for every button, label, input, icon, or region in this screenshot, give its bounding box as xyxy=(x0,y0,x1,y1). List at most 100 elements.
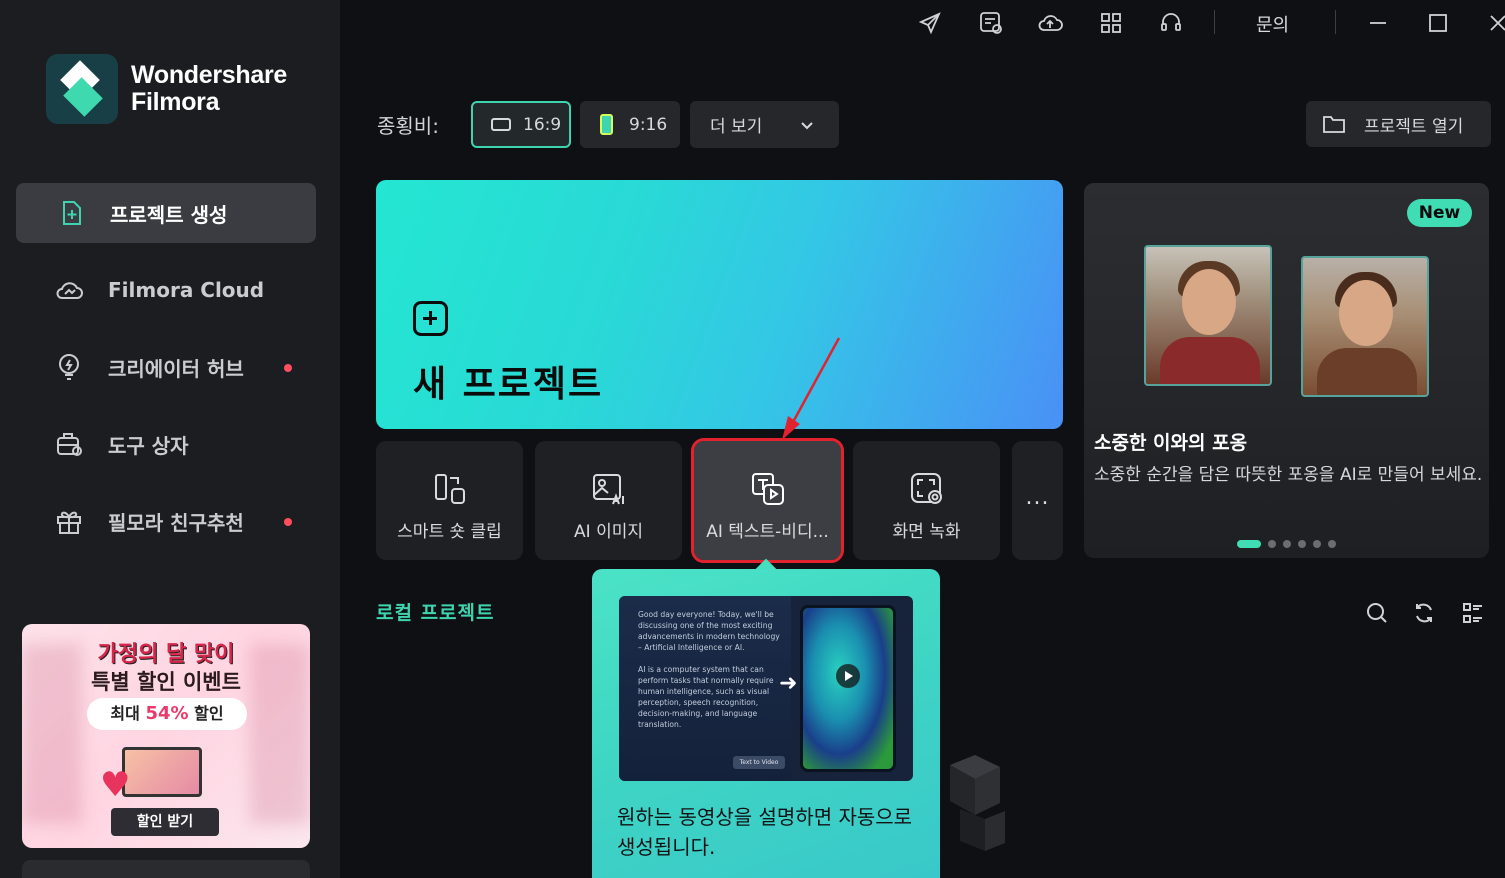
sidebar-item-refer-friend[interactable]: 필모라 친구추천 xyxy=(16,491,316,551)
portrait-icon xyxy=(600,114,613,135)
close-icon[interactable] xyxy=(1483,8,1505,38)
tool-ai-image[interactable]: AI 이미지 xyxy=(535,441,682,560)
tool-label: AI 텍스트-비디... xyxy=(706,522,829,542)
tool-ai-text-to-video[interactable]: AI 텍스트-비디... xyxy=(691,438,844,563)
sidebar-account-area[interactable] xyxy=(22,860,310,878)
sidebar-item-label: 크리에이터 허브 xyxy=(108,356,244,381)
tooltip-description: 원하는 동영상을 설명하면 자동으로 생성됩니다. xyxy=(617,805,913,859)
carousel-dot[interactable] xyxy=(1313,540,1321,548)
sidebar-item-filmora-cloud[interactable]: Filmora Cloud xyxy=(16,260,316,320)
promo-get-discount-button[interactable]: 할인 받기 xyxy=(111,808,219,836)
open-project-button[interactable]: 프로젝트 열기 xyxy=(1306,101,1491,147)
support-headset-icon[interactable] xyxy=(1156,8,1186,38)
promo-discount-pill: 최대 54% 할인 xyxy=(87,698,247,730)
maximize-icon[interactable] xyxy=(1423,8,1453,38)
refresh-icon[interactable] xyxy=(1411,600,1437,626)
aspect-ratio-label: 종횡비: xyxy=(377,114,439,138)
promo-subheadline: 특별 할인 이벤트 xyxy=(91,670,241,694)
tool-more-button[interactable]: ... xyxy=(1012,441,1063,560)
new-badge: New xyxy=(1407,199,1472,227)
aspect-more-label: 더 보기 xyxy=(710,117,763,137)
sidebar-item-label: 프로젝트 생성 xyxy=(110,202,228,227)
tool-label: 스마트 숏 클립 xyxy=(397,522,502,542)
carousel-dot[interactable] xyxy=(1298,540,1306,548)
send-icon[interactable] xyxy=(915,8,945,38)
bulb-icon xyxy=(54,352,84,382)
brand-line1: Wondershare xyxy=(131,61,288,89)
annotation-arrow-icon xyxy=(782,337,841,440)
tool-screen-record[interactable]: 화면 녹화 xyxy=(853,441,1000,560)
search-icon[interactable] xyxy=(1364,600,1390,626)
text-to-video-tooltip: Good day everyone! Today, we'll be discu… xyxy=(592,569,940,878)
promo-pill-value: 54% xyxy=(145,703,189,724)
open-project-label: 프로젝트 열기 xyxy=(1364,116,1464,137)
add-icon xyxy=(413,301,448,336)
new-project-label: 새 프로젝트 xyxy=(413,364,604,405)
aspect-9-16-button[interactable]: 9:16 xyxy=(580,101,680,148)
tool-smart-short-clip[interactable]: 스마트 숏 클립 xyxy=(376,441,523,560)
promo-pill-suffix: 할인 xyxy=(194,704,224,723)
preview-phone-video xyxy=(800,605,896,772)
ai-image-icon xyxy=(591,471,627,507)
promo-banner[interactable]: 가정의 달 맞이 특별 할인 이벤트 최대 54% 할인 ♥ 할인 받기 xyxy=(22,624,310,848)
new-project-card[interactable]: 새 프로젝트 xyxy=(376,180,1063,429)
minimize-icon[interactable] xyxy=(1363,8,1393,38)
inquiry-link[interactable]: 문의 xyxy=(1256,11,1289,37)
separator xyxy=(1214,10,1215,34)
folder-icon xyxy=(1322,114,1346,134)
carousel-indicator[interactable] xyxy=(1237,540,1343,548)
feature-description: 소중한 순간을 담은 따뜻한 포옹을 AI로 만들어 보세요. xyxy=(1094,465,1483,485)
apps-grid-icon[interactable] xyxy=(1096,8,1126,38)
sidebar-item-creator-hub[interactable]: 크리에이터 허브 xyxy=(16,337,316,397)
feature-photo-man xyxy=(1144,245,1272,386)
arrow-right-icon: ➜ xyxy=(779,671,798,696)
filmora-logo-icon xyxy=(46,54,118,124)
sidebar-item-create-project[interactable]: 프로젝트 생성 xyxy=(16,183,316,243)
text-to-video-icon xyxy=(750,471,786,507)
sidebar-nav: 프로젝트 생성 Filmora Cloud 크리에이터 허브 도구 상자 필모라… xyxy=(16,183,316,568)
tool-label: AI 이미지 xyxy=(574,522,643,542)
toolbox-icon xyxy=(54,429,84,459)
carousel-dot[interactable] xyxy=(1268,540,1276,548)
tool-label: 화면 녹화 xyxy=(892,522,961,542)
screen-record-icon xyxy=(909,471,945,507)
smart-clip-icon xyxy=(432,471,468,507)
sidebar-item-label: Filmora Cloud xyxy=(108,278,265,302)
sidebar-item-toolbox[interactable]: 도구 상자 xyxy=(16,414,316,474)
local-projects-title: 로컬 프로젝트 xyxy=(376,602,495,624)
aspect-16-9-button[interactable]: 16:9 xyxy=(471,101,571,148)
list-view-icon[interactable] xyxy=(1460,600,1486,626)
more-dots-icon: ... xyxy=(1025,485,1050,510)
feature-photo-woman xyxy=(1301,256,1429,397)
preview-text-paragraph-2: AI is a computer system that can perform… xyxy=(638,665,774,729)
promo-headline: 가정의 달 맞이 xyxy=(97,642,235,667)
aspect-more-dropdown[interactable]: 더 보기 xyxy=(690,101,839,148)
cloud-icon xyxy=(54,275,84,305)
play-icon xyxy=(836,664,860,688)
brand-name: Wondershare Filmora xyxy=(131,62,287,116)
chevron-down-icon xyxy=(800,120,814,130)
promo-pill-prefix: 최대 xyxy=(110,704,140,723)
heart-icon: ♥ xyxy=(100,765,131,805)
brand-line2: Filmora xyxy=(131,88,220,116)
title-bar: 문의 xyxy=(340,0,1505,46)
aspect-16-9-label: 16:9 xyxy=(523,114,562,135)
gift-icon xyxy=(54,506,84,536)
sidebar: Wondershare Filmora 프로젝트 생성 Filmora Clou… xyxy=(0,0,340,878)
cloud-upload-icon[interactable] xyxy=(1035,8,1065,38)
new-project-icon xyxy=(56,198,86,228)
notification-dot xyxy=(284,364,292,372)
empty-state-cube-icon xyxy=(950,755,1005,851)
brand-logo: Wondershare Filmora xyxy=(46,54,287,124)
tooltip-preview-image: Good day everyone! Today, we'll be discu… xyxy=(619,596,913,781)
preview-text-paragraph-1: Good day everyone! Today, we'll be discu… xyxy=(638,610,780,652)
preview-tag: Text to Video xyxy=(733,756,785,769)
tasks-icon[interactable] xyxy=(976,8,1006,38)
feature-title: 소중한 이와의 포옹 xyxy=(1094,432,1248,454)
carousel-dot[interactable] xyxy=(1283,540,1291,548)
feature-card[interactable]: New 소중한 이와의 포옹 소중한 순간을 담은 따뜻한 포옹을 AI로 만들… xyxy=(1084,183,1489,558)
carousel-dot-active[interactable] xyxy=(1237,540,1261,548)
aspect-9-16-label: 9:16 xyxy=(629,114,668,135)
separator xyxy=(1335,10,1336,34)
carousel-dot[interactable] xyxy=(1328,540,1336,548)
